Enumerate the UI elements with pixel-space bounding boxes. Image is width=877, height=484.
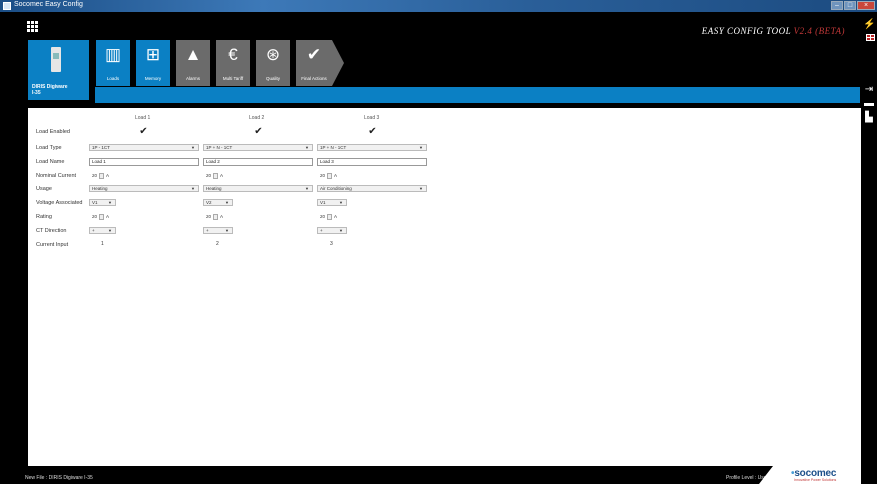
socomec-logo: •socomec Innovative Power Solutions (759, 466, 861, 484)
stepper-arrows-icon[interactable] (213, 213, 219, 220)
app-icon (3, 2, 11, 10)
load-3-enabled-checkbox[interactable]: ✔ (368, 127, 377, 137)
load-3-header: Load 3 (364, 115, 380, 121)
row-label-type: Load Type (36, 145, 62, 151)
connect-icon[interactable]: ⚡ (863, 20, 875, 30)
load-2-type-select[interactable]: 1P + N - 1CT ▼ (203, 144, 313, 151)
chevron-down-icon: ▼ (108, 200, 112, 205)
load-1-usage-select[interactable]: Heating ▼ (89, 185, 199, 192)
row-label-current-input: Current Input (36, 242, 69, 248)
row-label-voltage: Voltage Associated (36, 200, 83, 206)
load-1-header: Load 1 (135, 115, 151, 121)
row-label-name: Load Name (36, 159, 65, 165)
load-3-voltage-select[interactable]: V1 ▼ (317, 199, 347, 206)
load-2-current-input: 2 (216, 241, 219, 247)
load-2-nominal-current-stepper[interactable]: 20 A (206, 172, 223, 179)
row-label-enabled: Load Enabled (36, 129, 70, 135)
menu-final-actions-button[interactable]: ✔ Final Actions (296, 40, 344, 86)
chevron-down-icon: ▼ (108, 228, 112, 233)
device-model: I-35 (32, 90, 41, 96)
tool-title: EASY CONFIG TOOL V2.4 (BETA) (702, 26, 845, 36)
print-icon[interactable]: ▙ (863, 113, 875, 123)
load-3-nominal-current-stepper[interactable]: 20 A (320, 172, 337, 179)
chevron-down-icon: ▼ (305, 145, 309, 150)
device-tile[interactable]: DIRIS Digiware I-35 (28, 40, 89, 100)
save-icon[interactable]: ▬ (863, 99, 875, 109)
load-1-name-input[interactable]: Load 1 (89, 158, 199, 166)
menu-quality-button[interactable]: ⊛ Quality (256, 40, 290, 86)
load-2-voltage-select[interactable]: V2 ▼ (203, 199, 233, 206)
tool-name: EASY CONFIG TOOL (701, 26, 791, 36)
menu-memory-button[interactable]: ⊞ Memory (136, 40, 170, 86)
stepper-arrows-icon[interactable] (327, 213, 333, 220)
row-label-nominal-current: Nominal Current (36, 173, 77, 179)
load-2-name-input[interactable]: Load 2 (203, 158, 313, 166)
menu-multi-tariff-button[interactable]: € Multi Tariff (216, 40, 250, 86)
device-image-icon (51, 47, 61, 72)
load-2-ct-direction-select[interactable]: + ▼ (203, 227, 233, 234)
config-menu: ▥ Loads ⊞ Memory ▲ Alarms € Multi Tariff… (96, 40, 344, 86)
section-bar (95, 87, 860, 103)
row-label-ct-direction: CT Direction (36, 228, 67, 234)
quality-icon: ⊛ (265, 45, 281, 64)
row-label-usage: Usage (36, 186, 52, 192)
load-1-type-select[interactable]: 1P - 1CT ▼ (89, 144, 199, 151)
language-flag-icon[interactable] (866, 34, 875, 41)
stepper-arrows-icon[interactable] (213, 172, 219, 179)
checkmark-icon: ✔ (306, 45, 322, 64)
chevron-down-icon: ▼ (419, 145, 423, 150)
load-3-name-input[interactable]: Load 3 (317, 158, 427, 166)
warning-icon: ▲ (184, 45, 202, 64)
minimize-button[interactable]: – (831, 1, 843, 10)
load-3-ct-direction-select[interactable]: + ▼ (317, 227, 347, 234)
menu-loads-button[interactable]: ▥ Loads (96, 40, 130, 86)
load-1-enabled-checkbox[interactable]: ✔ (139, 127, 148, 137)
window-titlebar: Socomec Easy Config – □ × (0, 0, 877, 12)
tool-version: V2.4 (BETA) (793, 26, 845, 36)
maximize-button[interactable]: □ (844, 1, 856, 10)
chevron-down-icon: ▼ (339, 228, 343, 233)
close-button[interactable]: × (857, 1, 875, 10)
stepper-arrows-icon[interactable] (99, 172, 105, 179)
load-1-current-input: 1 (101, 241, 104, 247)
load-3-current-input: 3 (330, 241, 333, 247)
load-2-enabled-checkbox[interactable]: ✔ (254, 127, 263, 137)
chevron-down-icon: ▼ (225, 228, 229, 233)
chevron-down-icon: ▼ (339, 200, 343, 205)
load-2-usage-select[interactable]: Heating ▼ (203, 185, 313, 192)
load-1-nominal-current-stepper[interactable]: 20 A (92, 172, 109, 179)
load-1-voltage-select[interactable]: V1 ▼ (89, 199, 116, 206)
chevron-down-icon: ▼ (305, 186, 309, 191)
load-3-rating-stepper[interactable]: 20 A (320, 213, 337, 220)
row-label-rating: Rating (36, 214, 52, 220)
load-2-header: Load 2 (249, 115, 265, 121)
menu-alarms-button[interactable]: ▲ Alarms (176, 40, 210, 86)
footer-file-status: New File : DIRIS Digiware I-35 (25, 475, 93, 481)
stepper-arrows-icon[interactable] (327, 172, 333, 179)
chevron-down-icon: ▼ (191, 186, 195, 191)
export-icon[interactable]: ⇥ (863, 85, 875, 95)
memory-chip-icon: ⊞ (145, 45, 161, 64)
stepper-arrows-icon[interactable] (99, 213, 105, 220)
tariff-icon: € (228, 45, 238, 64)
load-1-rating-stepper[interactable]: 20 A (92, 213, 109, 220)
chevron-down-icon: ▼ (419, 186, 423, 191)
loads-panel: Load 1 Load 2 Load 3 Load Enabled Load T… (28, 108, 861, 466)
grid-menu-icon[interactable] (27, 21, 39, 33)
right-toolbar: ⚡ ⇥ ▬ ▙ (863, 20, 877, 127)
chevron-down-icon: ▼ (191, 145, 195, 150)
bar-chart-icon: ▥ (104, 45, 122, 64)
load-2-rating-stepper[interactable]: 20 A (206, 213, 223, 220)
chevron-down-icon: ▼ (225, 200, 229, 205)
app-window: Socomec Easy Config – □ × EASY CONFIG TO… (0, 0, 877, 484)
load-3-usage-select[interactable]: Air Conditioning ▼ (317, 185, 427, 192)
load-3-type-select[interactable]: 1P + N - 1CT ▼ (317, 144, 427, 151)
load-1-ct-direction-select[interactable]: + ▼ (89, 227, 116, 234)
window-title: Socomec Easy Config (14, 1, 83, 8)
